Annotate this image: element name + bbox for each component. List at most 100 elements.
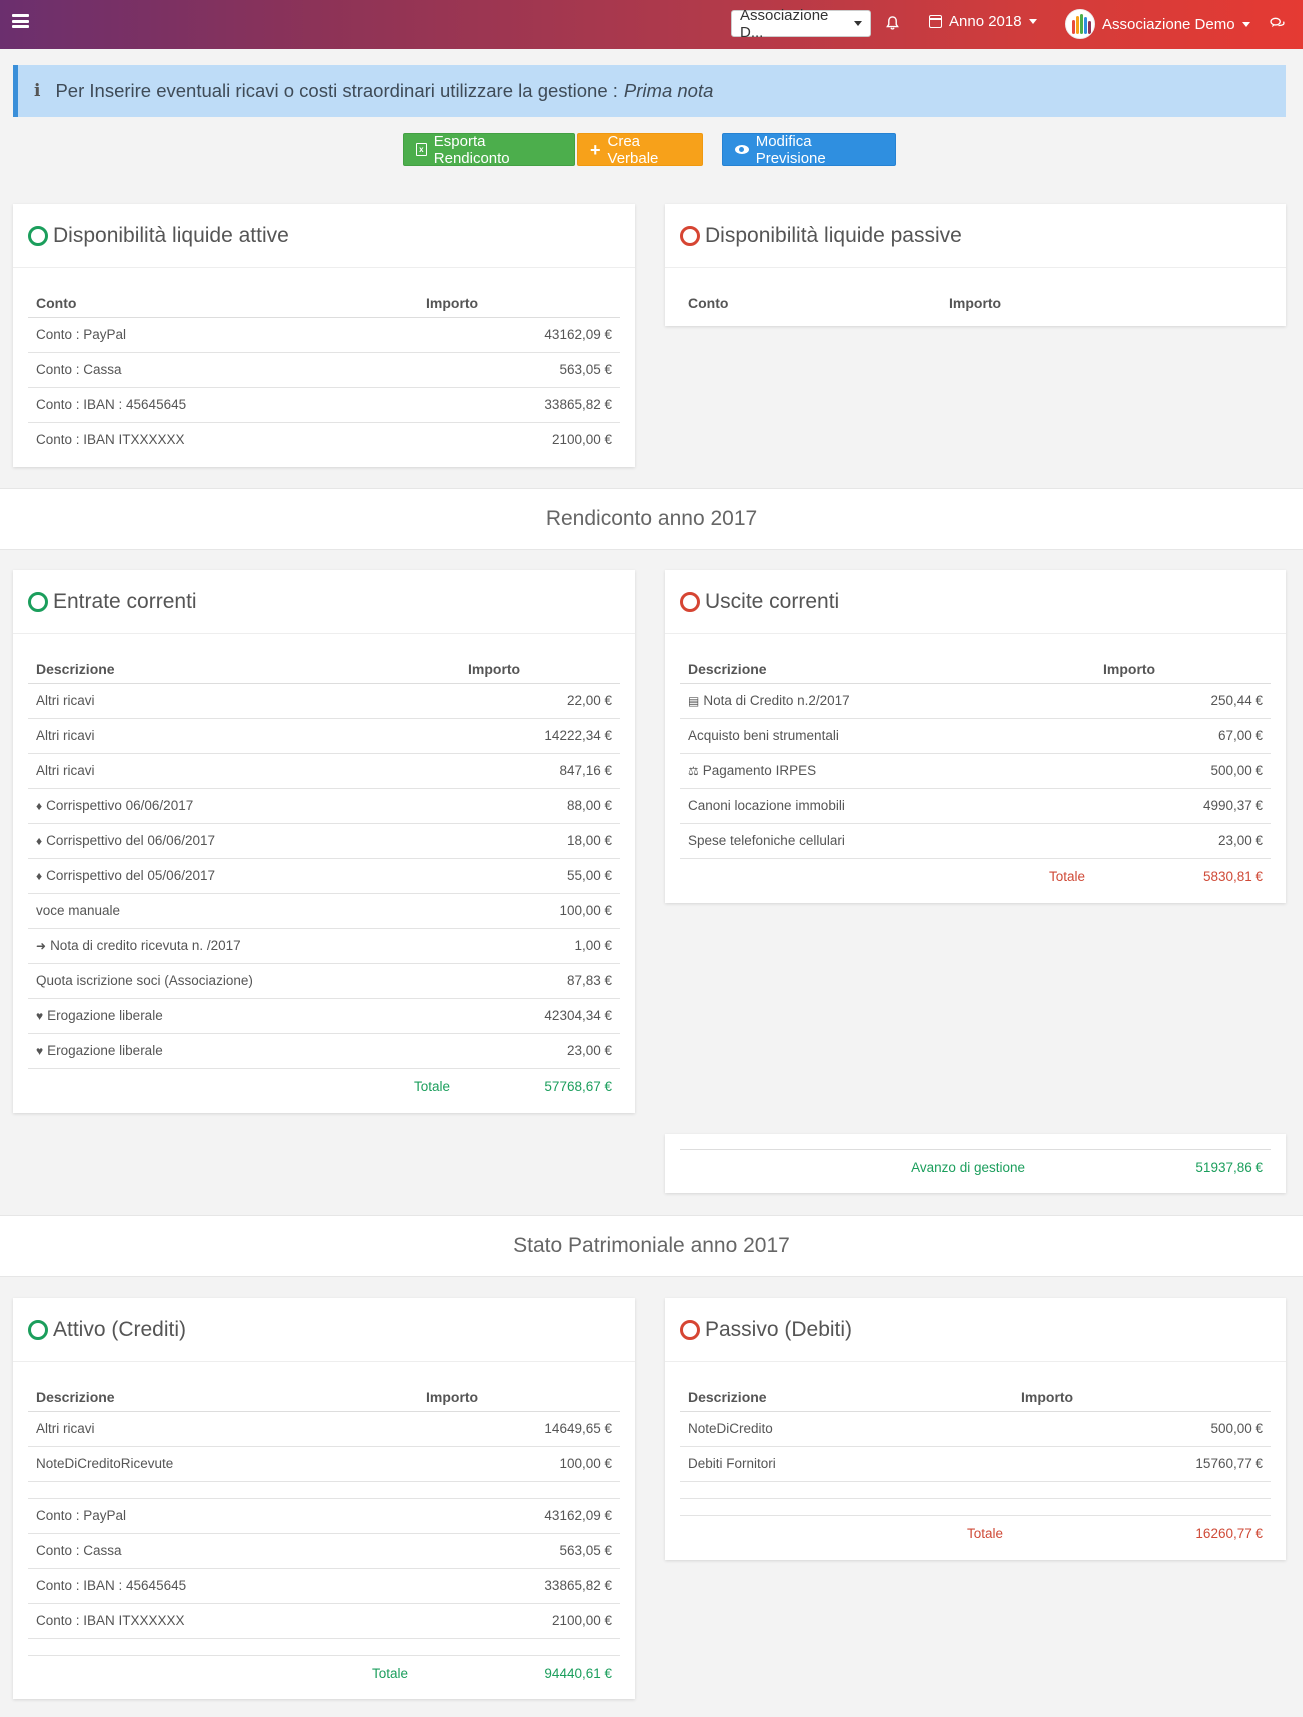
modifica-previsione-label: Modifica Previsione: [755, 132, 826, 167]
patrimonio-section-title: Stato Patrimoniale anno 2017: [0, 1215, 1303, 1277]
row-label: Nota di Credito n.2/2017: [703, 693, 850, 708]
table-row: ♦ Corrispettivo del 06/06/2017 18,00 €: [28, 823, 620, 859]
table-row: voce manuale 100,00 €: [28, 893, 620, 929]
column-header: Descrizione: [680, 649, 1095, 684]
surplus-panel: Avanzo di gestione 51937,86 €: [665, 1134, 1286, 1193]
row-amount: 33865,82 €: [418, 387, 620, 423]
table-row: ♥ Erogazione liberale 23,00 €: [28, 1033, 620, 1069]
surplus-table: Avanzo di gestione 51937,86 €: [680, 1149, 1271, 1186]
surplus-label: Avanzo di gestione: [911, 1160, 1025, 1176]
row-label: Conto : IBAN : 45645645: [28, 1568, 418, 1604]
prima-nota-link[interactable]: Prima nota: [624, 80, 713, 102]
crea-verbale-label: Crea Verbale: [607, 132, 659, 167]
table-row: Conto : IBAN : 45645645 33865,82 €: [28, 387, 620, 423]
row-amount: 563,05 €: [418, 1533, 620, 1569]
column-header: Importo: [460, 649, 620, 684]
income-panel: Entrate correnti Descrizione Importo Alt…: [13, 570, 635, 1113]
section-title: Stato Patrimoniale anno 2017: [513, 1234, 790, 1257]
year-dropdown[interactable]: Anno 2018: [929, 13, 1037, 30]
row-amount: 22,00 €: [460, 683, 620, 719]
row-cell: ➜ Nota di credito ricevuta n. /2017: [28, 928, 460, 964]
panel-header: Attivo (Crediti): [13, 1298, 635, 1362]
table-row: ♦ Corrispettivo del 05/06/2017 55,00 €: [28, 858, 620, 894]
excel-file-icon: x: [416, 143, 427, 156]
sign-in-icon: ➜: [36, 939, 47, 953]
panel-header: Entrate correnti: [13, 570, 635, 634]
row-amount: 43162,09 €: [418, 1498, 620, 1534]
info-icon: i: [34, 81, 41, 101]
crea-verbale-button[interactable]: + Crea Verbale: [577, 132, 703, 167]
chat-icon[interactable]: [1270, 17, 1285, 29]
assets-table: Descrizione Importo Altri ricavi 14649,65…: [28, 1377, 620, 1691]
table-row: Altri ricavi 14649,65 €: [28, 1411, 620, 1447]
association-logo: [1065, 9, 1095, 39]
table-row: Conto : Cassa 563,05 €: [28, 1533, 620, 1569]
total-row: Totale 5830,81 €: [680, 858, 1271, 894]
row-amount: 500,00 €: [1095, 753, 1271, 789]
row-cell: ♥ Erogazione liberale: [28, 998, 460, 1034]
table-row: Altri ricavi 22,00 €: [28, 683, 620, 719]
table-row: Conto : Cassa 563,05 €: [28, 352, 620, 388]
total-amount: 5830,81 €: [1202, 868, 1263, 884]
menu-icon[interactable]: [12, 14, 29, 28]
expenses-panel: Uscite correnti Descrizione Importo ▤ Not…: [665, 570, 1286, 903]
liquid-passive-panel: Disponibilità liquide passive Conto Impo…: [665, 204, 1286, 326]
row-cell: ♦ Corrispettivo 06/06/2017: [28, 788, 460, 824]
row-amount: 23,00 €: [1095, 823, 1271, 859]
row-label: Conto : PayPal: [28, 1498, 418, 1534]
surplus-amount: 51937,86 €: [1195, 1160, 1263, 1176]
ticket-icon: ♦: [36, 869, 43, 883]
row-label: Erogazione liberale: [47, 1008, 163, 1023]
liquid-passive-table: Conto Importo: [680, 283, 1271, 317]
file-icon: ▤: [688, 694, 700, 708]
info-alert: i Per Inserire eventuali ricavi o costi …: [13, 65, 1286, 117]
bell-icon[interactable]: [886, 15, 899, 31]
row-cell: ♦ Corrispettivo del 05/06/2017: [28, 858, 460, 894]
panel-title: Disponibilità liquide passive: [705, 223, 962, 247]
rendiconto-section-title: Rendiconto anno 2017: [0, 488, 1303, 550]
table-row: Canoni locazione immobili 4990,37 €: [680, 788, 1271, 824]
row-amount: 15760,77 €: [1013, 1446, 1271, 1482]
row-cell: ▤ Nota di Credito n.2/2017: [680, 683, 1095, 719]
column-header: Importo: [418, 1377, 620, 1412]
row-label: Conto : Cassa: [28, 1533, 418, 1569]
heart-icon: ♥: [36, 1044, 44, 1058]
row-label: voce manuale: [28, 893, 460, 929]
association-select[interactable]: Associazione D...: [731, 7, 871, 41]
row-amount: 100,00 €: [418, 1446, 620, 1482]
modifica-previsione-button[interactable]: Modifica Previsione: [722, 132, 896, 167]
table-row: Conto : PayPal 43162,09 €: [28, 1498, 620, 1534]
export-rendiconto-button[interactable]: x Esporta Rendiconto: [403, 133, 575, 167]
table-row: Acquisto beni strumentali 67,00 €: [680, 718, 1271, 754]
heart-icon: ♥: [36, 1009, 44, 1023]
table-row: Conto : IBAN : 45645645 33865,82 €: [28, 1568, 620, 1604]
user-menu[interactable]: Associazione Demo: [1065, 9, 1250, 39]
liquid-active-panel: Disponibilità liquide attive Conto Impor…: [13, 204, 635, 467]
total-amount: 16260,77 €: [1195, 1525, 1263, 1541]
table-row: ♦ Corrispettivo 06/06/2017 88,00 €: [28, 788, 620, 824]
table-row: ⚖ Pagamento IRPES 500,00 €: [680, 753, 1271, 789]
row-amount: 33865,82 €: [418, 1568, 620, 1604]
total-label: Totale: [966, 1525, 1003, 1541]
ticket-icon: ♦: [36, 834, 43, 848]
row-amount: 14649,65 €: [418, 1411, 620, 1447]
column-header: Importo: [418, 283, 620, 318]
row-amount: 87,83 €: [460, 963, 620, 999]
table-row: ➜ Nota di credito ricevuta n. /2017 1,00 €: [28, 928, 620, 964]
row-label: Corrispettivo del 05/06/2017: [46, 868, 215, 883]
row-label: Erogazione liberale: [47, 1043, 163, 1058]
total-label: Totale: [371, 1665, 408, 1681]
row-label: Altri ricavi: [28, 683, 460, 719]
ticket-icon: ♦: [36, 799, 43, 813]
row-amount: 4990,37 €: [1095, 788, 1271, 824]
column-header: Descrizione: [680, 1377, 1013, 1412]
row-label: NoteDiCreditoRicevute: [28, 1446, 418, 1482]
row-label: Altri ricavi: [28, 1411, 418, 1447]
total-row: Totale 57768,67 €: [28, 1068, 620, 1104]
row-label: Altri ricavi: [28, 718, 460, 754]
circle-icon: [680, 225, 700, 246]
table-row: Altri ricavi 14222,34 €: [28, 718, 620, 754]
top-navbar: Associazione D... Anno 2018 Associazione…: [0, 0, 1303, 49]
calendar-icon: [929, 15, 942, 28]
panel-title: Attivo (Crediti): [53, 1317, 187, 1341]
